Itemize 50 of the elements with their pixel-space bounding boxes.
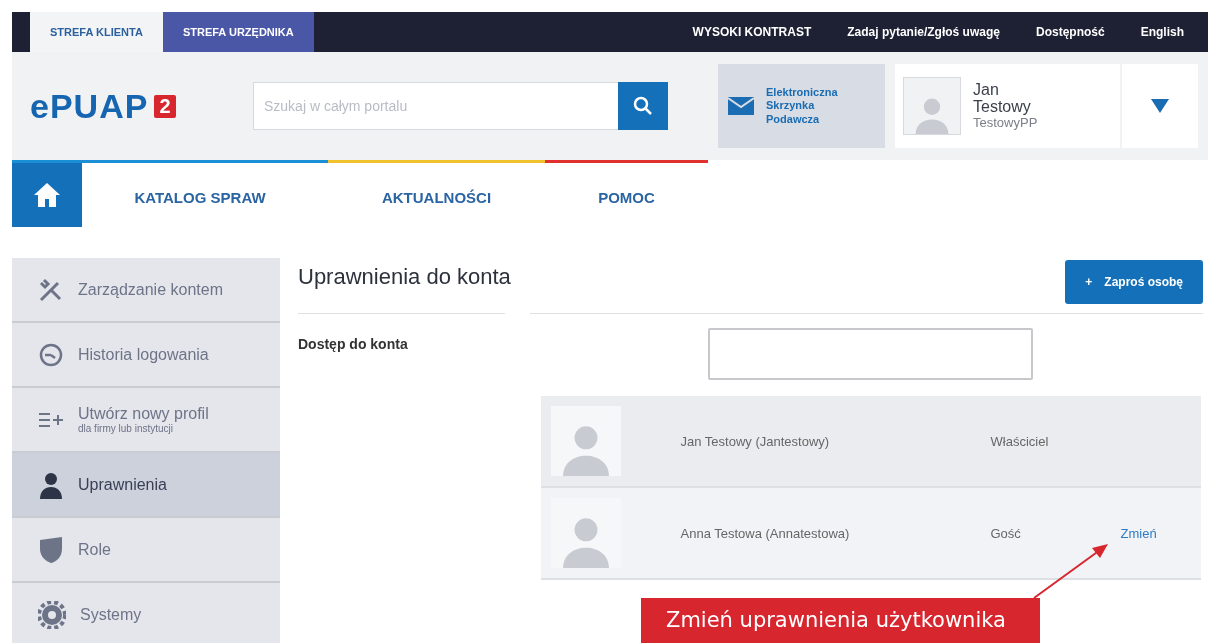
top-link[interactable]: Zadaj pytanie/Zgłoś uwagę (847, 25, 1000, 39)
sidebar-sublabel: dla firmy lub instytucji (78, 423, 175, 434)
clock-icon (38, 341, 64, 368)
user-last-name: Testowy (973, 98, 1032, 116)
user-name: Jan Testowy (Jantestowy) (680, 433, 831, 449)
search-button[interactable] (618, 82, 668, 130)
sidebar-label: Uprawnienia (78, 475, 167, 494)
search-field[interactable]: Szukaj w całym portalu (253, 82, 618, 130)
home-icon (33, 182, 61, 208)
nav-link[interactable]: AKTUALNOŚCI (328, 160, 545, 226)
user-first-name: Jan (973, 81, 1000, 99)
user-role: Gość (990, 525, 1022, 541)
sidebar-item[interactable]: Utwórz nowy profil dla firmy lub instytucji (12, 388, 280, 453)
mailbox-button[interactable]: Elektroniczna Skrzynka Podawcza (718, 64, 885, 148)
top-link[interactable]: English (1140, 25, 1184, 39)
user-profile: TestowyPP (973, 115, 1038, 131)
logo-text[interactable]: ePUAP (30, 86, 149, 126)
gear-icon (38, 600, 66, 629)
sidebar-label: Utwórz nowy profil (78, 405, 209, 423)
top-link[interactable]: Dostępność (1035, 25, 1105, 39)
nav-link[interactable]: KATALOG SPRAW (12, 160, 328, 226)
input-field[interactable] (708, 328, 1033, 380)
tools-icon (38, 276, 64, 303)
sidebar-label: Zarządzanie kontem (78, 280, 223, 299)
logo-badge: 2 (154, 94, 176, 118)
invite-button[interactable]: + Zaproś osobę (1065, 260, 1203, 304)
zone-tab[interactable]: STREFA URZĘDNIKA (162, 12, 314, 52)
sidebar-item[interactable]: Zarządzanie kontem (12, 258, 280, 323)
dropdown-icon (1151, 99, 1169, 113)
sidebar-item[interactable]: Uprawnienia (12, 453, 280, 518)
user-name: Anna Testowa (Annatestowa) (680, 525, 851, 541)
callout: Zmień uprawnienia użytkownika (641, 598, 1040, 643)
person-icon (38, 470, 64, 499)
home-button[interactable] (12, 163, 82, 227)
user-role: Właściciel (990, 433, 1050, 449)
sidebar-label: Systemy (80, 605, 142, 624)
top-link[interactable]: WYSOKI KONTRAST (692, 25, 812, 39)
sidebar-item[interactable]: Systemy (12, 583, 280, 643)
mask-icon (38, 535, 64, 564)
zone-tab[interactable]: STREFA KLIENTA (30, 12, 163, 52)
nav-link[interactable]: POMOC (545, 160, 708, 226)
sidebar-label: Role (78, 540, 111, 559)
section-label: Dostęp do konta (298, 335, 409, 354)
search-icon (633, 96, 653, 116)
sidebar-item[interactable]: Historia logowania (12, 323, 280, 388)
sidebar-label: Historia logowania (78, 345, 209, 364)
sidebar-item[interactable]: Role (12, 518, 280, 583)
change-link[interactable]: Zmień (1120, 525, 1157, 541)
page-title: Uprawnienia do konta (298, 264, 511, 290)
envelope-icon (728, 97, 754, 115)
